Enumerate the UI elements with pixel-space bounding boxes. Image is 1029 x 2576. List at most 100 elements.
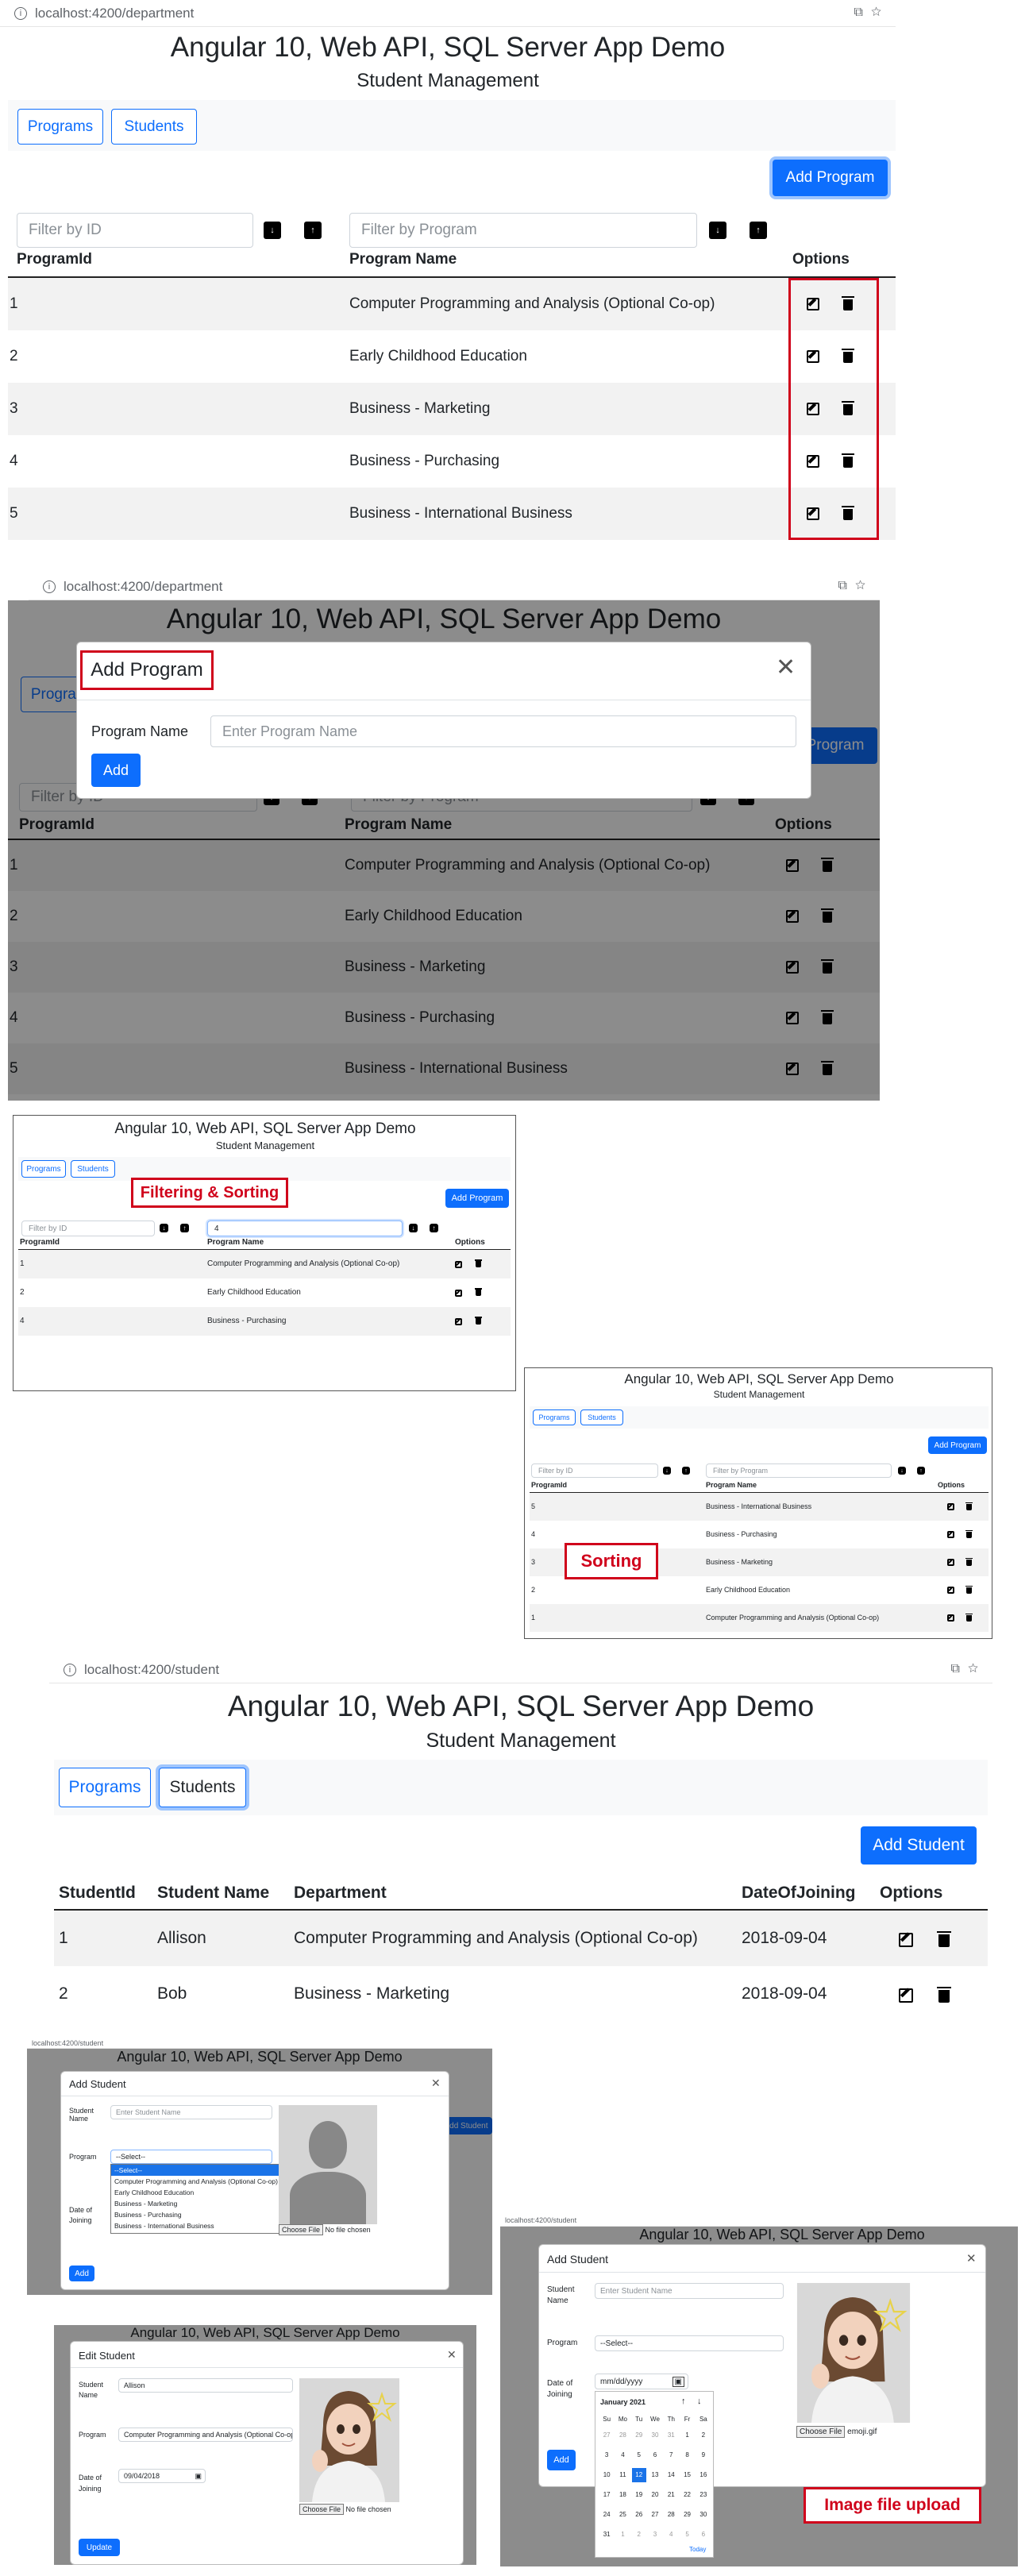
calendar-day[interactable]: 30	[696, 2508, 711, 2522]
calendar-day[interactable]: 20	[648, 2488, 662, 2502]
calendar-day[interactable]: 10	[599, 2468, 614, 2482]
add-program-button[interactable]: Add Program	[773, 160, 888, 196]
calendar-day[interactable]: 26	[632, 2508, 646, 2522]
filter-id-input[interactable]: Filter by ID	[17, 213, 253, 248]
calendar-day[interactable]: 5	[632, 2448, 646, 2462]
close-icon[interactable]: ✕	[776, 654, 796, 681]
calendar-day[interactable]: 31	[664, 2428, 678, 2443]
calendar-day[interactable]: 29	[632, 2428, 646, 2443]
calendar-day[interactable]: 11	[615, 2468, 630, 2482]
calendar-day[interactable]: 2	[696, 2428, 711, 2443]
filter-program-input[interactable]: Filter by Program	[706, 1463, 892, 1478]
filter-id-input[interactable]: Filter by ID	[531, 1463, 658, 1478]
calendar-day[interactable]: 28	[615, 2428, 630, 2443]
tab-programs[interactable]: Programs	[59, 1768, 151, 1807]
address-bar[interactable]: i localhost:4200/student ⧉☆	[49, 1656, 992, 1683]
calendar-day[interactable]: 6	[696, 2528, 711, 2542]
date-input[interactable]: 09/04/2018 ▣	[118, 2469, 206, 2483]
add-button[interactable]: Add	[547, 2450, 576, 2470]
calendar-next-icon[interactable]: ↓	[697, 2397, 702, 2406]
sort-desc-name-button[interactable]: ↑	[750, 222, 767, 239]
edit-icon[interactable]	[455, 1317, 462, 1325]
add-student-button[interactable]: Add Student	[861, 1826, 977, 1865]
sort-asc-name-button[interactable]: ↓	[709, 222, 726, 239]
calendar-day[interactable]: 2	[632, 2528, 646, 2542]
calendar-icon[interactable]: ▣	[672, 2376, 684, 2387]
calendar-day[interactable]: 17	[599, 2488, 614, 2502]
calendar-day[interactable]: 16	[696, 2468, 711, 2482]
add-program-button[interactable]: Add Program	[445, 1189, 509, 1208]
tab-students[interactable]: Students	[71, 1160, 115, 1178]
close-icon[interactable]: ✕	[431, 2077, 441, 2090]
edit-icon[interactable]	[947, 1559, 954, 1566]
delete-icon[interactable]	[965, 1557, 973, 1566]
calendar-day[interactable]: 29	[680, 2508, 694, 2522]
file-input[interactable]: Choose File No file chosen	[299, 2504, 391, 2515]
calendar-day[interactable]: 27	[648, 2508, 662, 2522]
filter-program-input[interactable]: Filter by Program	[349, 213, 697, 248]
edit-icon[interactable]	[455, 1289, 462, 1297]
program-select[interactable]: --Select--	[110, 2150, 272, 2164]
calendar-day[interactable]: 9	[696, 2448, 711, 2462]
calendar-day[interactable]: 19	[632, 2488, 646, 2502]
student-name-input[interactable]: Enter Student Name	[595, 2283, 784, 2299]
calendar-day[interactable]: 14	[664, 2468, 678, 2482]
sort-desc-name-button[interactable]: ↑	[430, 1224, 438, 1232]
update-button[interactable]: Update	[79, 2539, 120, 2556]
address-bar[interactable]: localhost:4200/student	[500, 2214, 1018, 2227]
calendar-day[interactable]: 28	[664, 2508, 678, 2522]
calendar-day[interactable]: 21	[664, 2488, 678, 2502]
calendar-day[interactable]: 1	[680, 2428, 694, 2443]
tab-students[interactable]: Students	[111, 109, 197, 145]
address-bar[interactable]: i localhost:4200/department ⧉☆	[29, 573, 880, 600]
delete-icon[interactable]	[965, 1529, 973, 1538]
delete-icon[interactable]	[965, 1502, 973, 1510]
close-icon[interactable]: ✕	[447, 2348, 457, 2362]
calendar-day[interactable]: 6	[648, 2448, 662, 2462]
calendar-day[interactable]: 1	[615, 2528, 630, 2542]
file-input[interactable]: Choose File No file chosen	[279, 2224, 371, 2235]
calendar-day[interactable]: 7	[664, 2448, 678, 2462]
delete-icon[interactable]	[475, 1288, 482, 1297]
edit-icon[interactable]	[947, 1587, 954, 1594]
calendar-day[interactable]: 31	[599, 2528, 614, 2542]
delete-icon[interactable]	[965, 1613, 973, 1622]
calendar-month[interactable]: January 2021	[600, 2398, 646, 2406]
program-name-input[interactable]: Enter Program Name	[210, 715, 796, 747]
address-bar[interactable]: localhost:4200/student	[27, 2038, 492, 2049]
calendar-icon[interactable]: ▣	[195, 2472, 202, 2481]
calendar-day[interactable]: 30	[648, 2428, 662, 2443]
edit-icon[interactable]	[947, 1503, 954, 1510]
date-input[interactable]: mm/dd/yyyy ▣	[595, 2374, 688, 2389]
calendar-day[interactable]: 3	[648, 2528, 662, 2542]
delete-icon[interactable]	[475, 1259, 482, 1268]
date-picker-popup[interactable]: January 2021 ↑ ↓ Su Mo Tu We Th Fr Sa 27 28 29 30 3…	[595, 2391, 714, 2558]
delete-icon[interactable]	[936, 1987, 952, 2003]
edit-icon[interactable]	[899, 1988, 913, 2003]
address-bar[interactable]: i localhost:4200/department ⧉☆	[0, 0, 896, 27]
program-select[interactable]: --Select--	[595, 2335, 784, 2351]
calendar-day[interactable]: 24	[599, 2508, 614, 2522]
sort-asc-name-button[interactable]: ↓	[409, 1224, 418, 1232]
add-button[interactable]: Add	[91, 754, 141, 787]
calendar-day[interactable]: 4	[664, 2528, 678, 2542]
calendar-day[interactable]: 25	[615, 2508, 630, 2522]
calendar-day[interactable]: 4	[615, 2448, 630, 2462]
sort-asc-id-button[interactable]: ↓	[160, 1224, 168, 1232]
calendar-day[interactable]: 3	[599, 2448, 614, 2462]
delete-icon[interactable]	[475, 1317, 482, 1325]
edit-icon[interactable]	[899, 1933, 913, 1947]
calendar-today-link[interactable]: Today	[689, 2546, 706, 2553]
sort-desc-id-button[interactable]: ↑	[304, 222, 322, 239]
tab-programs[interactable]: Programs	[21, 1160, 66, 1178]
calendar-day[interactable]: 12	[631, 2468, 646, 2482]
sort-desc-id-button[interactable]: ↑	[180, 1224, 189, 1232]
calendar-day[interactable]: 8	[680, 2448, 694, 2462]
add-program-button[interactable]: Add Program	[928, 1436, 987, 1454]
tab-programs[interactable]: Programs	[17, 109, 103, 145]
delete-icon[interactable]	[965, 1585, 973, 1594]
filter-program-input[interactable]: 4	[207, 1221, 403, 1236]
calendar-day[interactable]: 15	[680, 2468, 694, 2482]
tab-programs[interactable]: Programs	[533, 1409, 576, 1425]
program-select[interactable]: Computer Programming and Analysis (Optio…	[118, 2428, 293, 2442]
